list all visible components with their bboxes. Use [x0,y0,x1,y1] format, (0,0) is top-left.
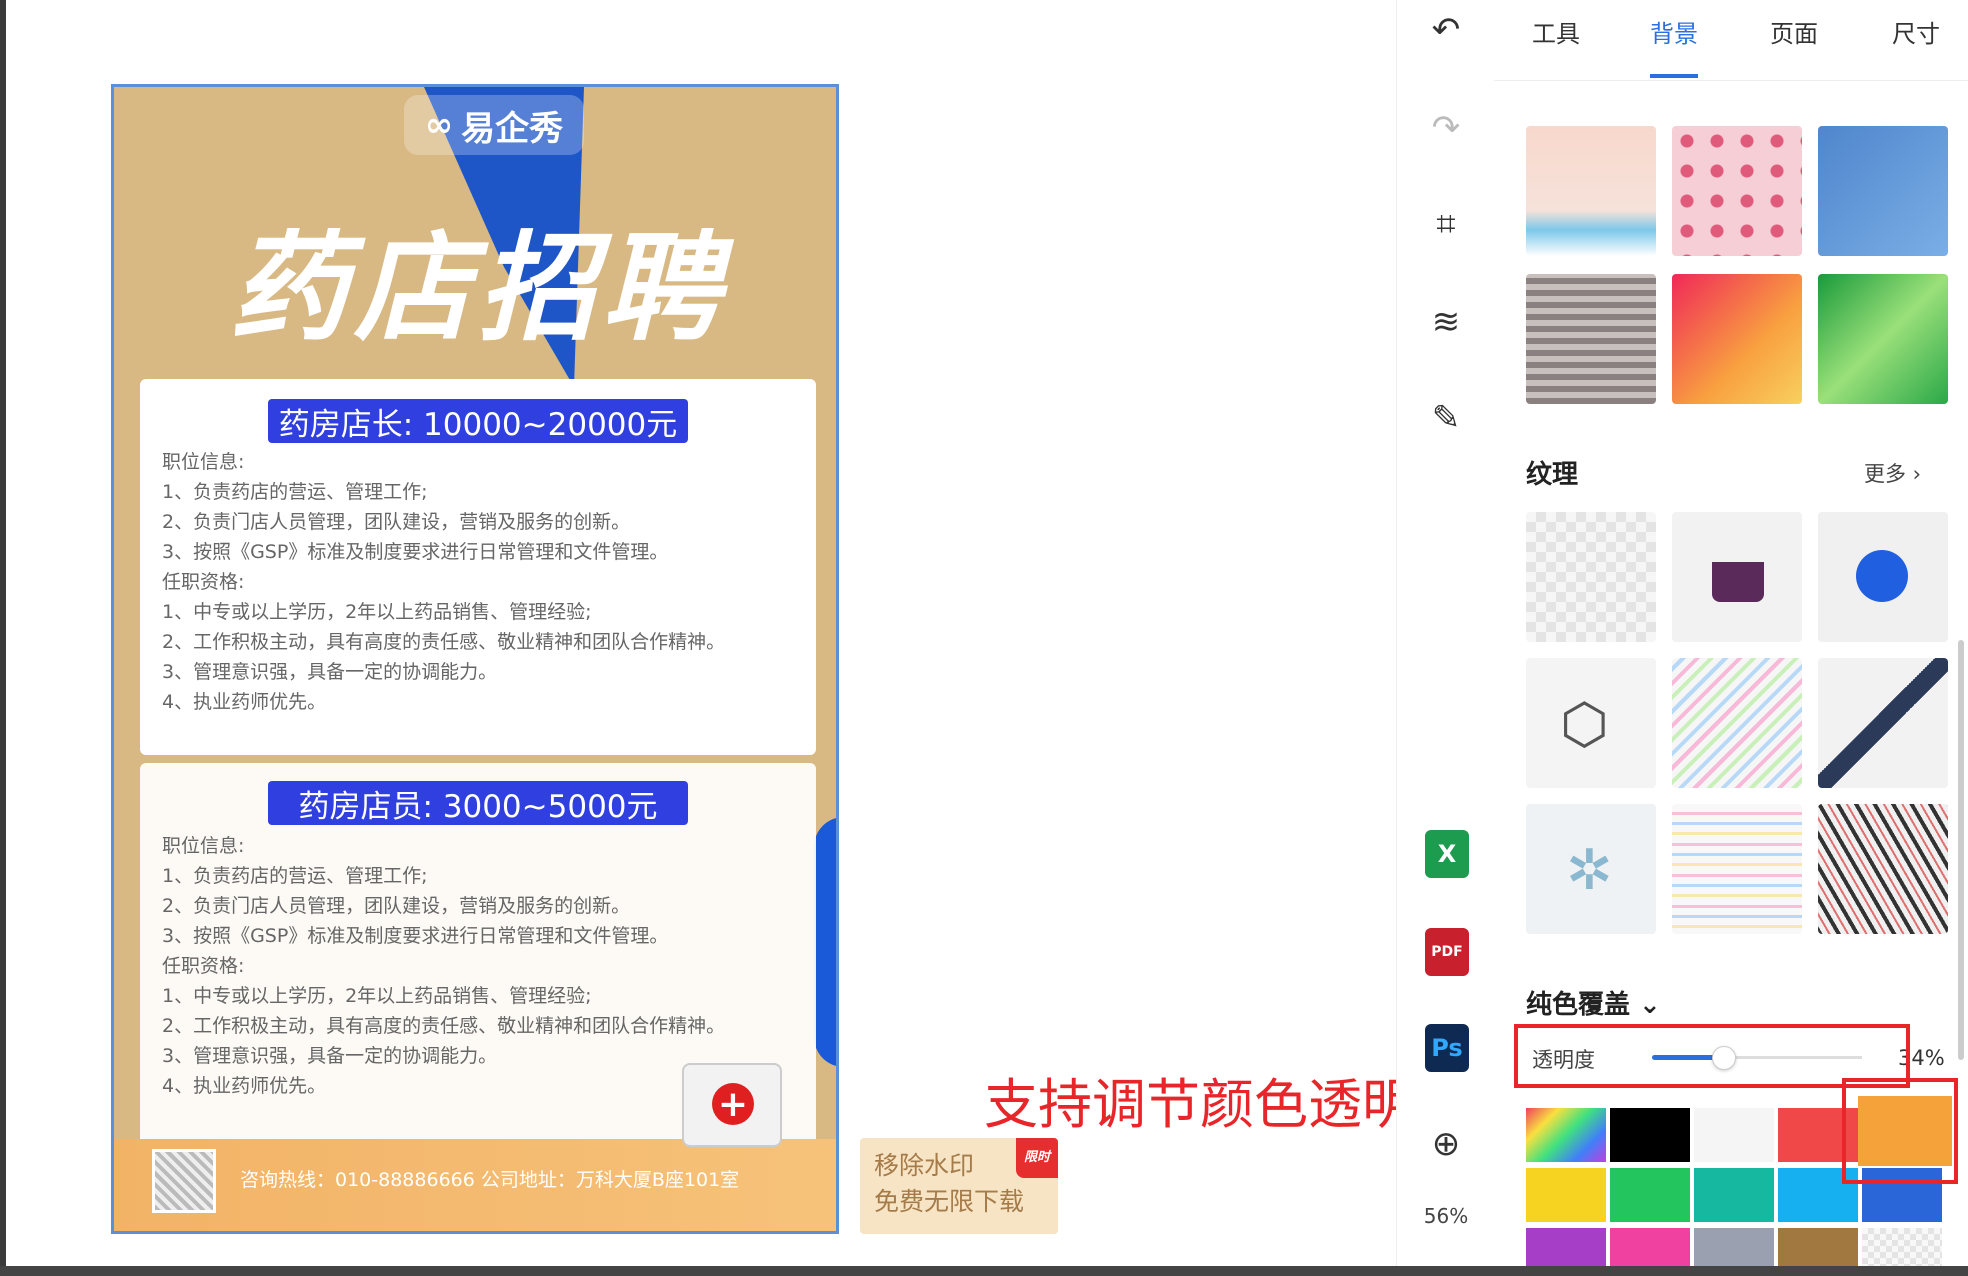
job-line: 1、中专或以上学历，2年以上药品销售、管理经验; [162,601,592,623]
window-edge [0,0,6,1276]
color-swatch[interactable] [1610,1228,1690,1266]
zoom-level: 56% [1423,1204,1469,1228]
color-picker-swatch[interactable] [1526,1108,1606,1162]
job-line: 任职资格: [162,571,245,593]
background-thumbnail[interactable] [1672,126,1802,256]
active-tab-indicator [1650,74,1698,78]
qr-code [152,1149,216,1213]
salary-badge: 药房店长: 10000~20000元 [268,399,688,443]
salary-badge: 药房店员: 3000~5000元 [268,781,688,825]
job-line: 1、负责药店的营运、管理工作; [162,481,428,503]
watermark-line2: 免费无限下载 [874,1187,1025,1216]
job-line: 职位信息: [162,451,245,473]
texture-thumbnail[interactable] [1672,658,1802,788]
texture-thumbnail[interactable] [1818,512,1948,642]
color-swatch[interactable] [1694,1108,1774,1162]
job-line: 职位信息: [162,835,245,857]
job-line: 2、工作积极主动，具有高度的责任感、敬业精神和团队合作精神。 [162,1015,726,1037]
color-swatch[interactable] [1694,1228,1774,1266]
color-swatch[interactable] [1610,1108,1690,1162]
color-swatch[interactable] [1610,1168,1690,1222]
poster-logo-text: 易企秀 [461,108,564,149]
background-thumbnail[interactable] [1818,274,1948,404]
texture-thumbnail[interactable] [1672,512,1802,642]
window-edge [0,1266,1968,1276]
texture-title: 纹理 [1526,460,1579,490]
texture-thumbnail[interactable] [1672,804,1802,934]
color-swatch[interactable] [1778,1228,1858,1266]
color-swatch[interactable] [1526,1228,1606,1266]
color-swatch-transparent[interactable] [1862,1228,1942,1266]
vertical-toolbar: ↶ ↷ ⌗ ≋ ✎ X PDF Ps ⊕ 56% [1396,0,1496,1266]
ship-wheel-icon: ✲ [1566,838,1613,903]
background-thumbnail[interactable] [1526,274,1656,404]
job-line: 3、管理意识强，具备一定的协调能力。 [162,1045,498,1067]
background-thumbnail[interactable] [1672,274,1802,404]
job-line: 2、工作积极主动，具有高度的责任感、敬业精神和团队合作精神。 [162,631,726,653]
excel-icon[interactable]: X [1425,830,1469,878]
texture-thumbnail[interactable] [1526,512,1656,642]
texture-thumbnail[interactable]: ✲ [1526,804,1656,934]
job-line: 3、按照《GSP》标准及制度要求进行日常管理和文件管理。 [162,925,669,947]
brush-icon[interactable]: ✎ [1397,388,1495,448]
job-line: 3、管理意识强，具备一定的协调能力。 [162,661,498,683]
panel-scrollbar[interactable] [1958,640,1964,1060]
job-line: 4、执业药师优先。 [162,1075,327,1097]
circle-shape [1856,550,1908,602]
limited-time-tag: 限时 [1015,1138,1058,1178]
job-description: 职位信息: 1、负责药店的营运、管理工作; 2、负责门店人员管理，团队建设，营销… [162,831,725,1101]
job-card-manager: 药房店长: 10000~20000元 职位信息: 1、负责药店的营运、管理工作;… [140,379,816,755]
divider [1494,80,1968,81]
more-link[interactable]: 更多 › [1864,458,1921,488]
contact-hotline: 咨询热线：010-88886666 公司地址：万科大厦B座101室 [240,1169,740,1191]
texture-thumbnail[interactable]: ⬡ [1526,658,1656,788]
tab-tools[interactable]: 工具 [1532,14,1580,49]
job-description: 职位信息: 1、负责药店的营运、管理工作; 2、负责门店人员管理，团队建设，营销… [162,447,725,717]
color-swatch[interactable] [1694,1168,1774,1222]
job-line: 1、中专或以上学历，2年以上药品销售、管理经验; [162,985,592,1007]
pdf-icon[interactable]: PDF [1425,928,1469,976]
texture-thumbnail[interactable] [1818,658,1948,788]
job-line: 4、执业药师优先。 [162,691,327,713]
job-line: 1、负责药店的营运、管理工作; [162,865,428,887]
background-thumbnail[interactable] [1526,126,1656,256]
job-line: 2、负责门店人员管理，团队建设，营销及服务的创新。 [162,895,631,917]
medkit-icon: + [682,1063,782,1147]
swatch-highlight-box [1842,1078,1958,1184]
job-line: 2、负责门店人员管理，团队建设，营销及服务的创新。 [162,511,631,533]
remove-watermark-button[interactable]: 限时 移除水印 免费无限下载 [860,1138,1058,1234]
poster-canvas[interactable]: ∞ 易企秀 药店招聘 药房店长: 10000~20000元 职位信息: 1、负责… [111,84,839,1234]
infinity-icon: ∞ [424,105,454,145]
crop-icon[interactable]: ⌗ [1397,194,1495,254]
poster-logo: ∞ 易企秀 [404,95,584,155]
layers-icon[interactable]: ≋ [1397,292,1495,352]
texture-thumbnail[interactable] [1818,804,1948,934]
poster-decoration [814,817,836,1067]
poster-title: 药店招聘 [229,218,726,357]
redo-icon[interactable]: ↷ [1397,98,1495,158]
background-thumbnail[interactable] [1818,126,1948,256]
tab-background[interactable]: 背景 [1650,14,1698,49]
job-line: 3、按照《GSP》标准及制度要求进行日常管理和文件管理。 [162,541,669,563]
tab-size[interactable]: 尺寸 [1892,14,1940,49]
cupcake-icon [1712,562,1764,602]
solid-color-title[interactable]: 纯色覆盖 ⌄ [1526,984,1661,1021]
hexagon-icon: ⬡ [1560,692,1609,757]
undo-icon[interactable]: ↶ [1397,0,1495,60]
photoshop-icon[interactable]: Ps [1425,1024,1469,1072]
job-line: 任职资格: [162,955,245,977]
color-swatch[interactable] [1526,1168,1606,1222]
zoom-in-icon[interactable]: ⊕ [1397,1114,1495,1174]
red-cross-icon: + [712,1083,754,1125]
tab-page[interactable]: 页面 [1770,14,1818,49]
